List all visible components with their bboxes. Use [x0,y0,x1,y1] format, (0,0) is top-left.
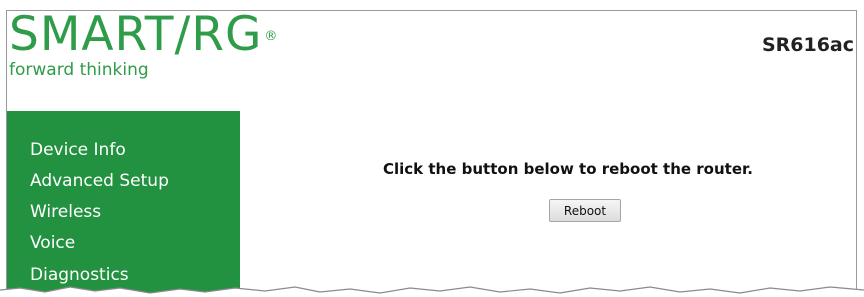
smartrg-logo: SMART/RG ® [9,7,279,62]
sidebar-item-advanced-setup[interactable]: Advanced Setup [30,171,169,191]
reboot-button[interactable]: Reboot [549,199,621,222]
logo-tagline: forward thinking [9,60,149,80]
sidebar-nav: Device Info Advanced Setup Wireless Voic… [7,111,240,297]
registered-mark: ® [264,29,279,44]
torn-paper-edge [0,286,864,297]
reboot-instruction: Click the button below to reboot the rou… [383,160,753,178]
sidebar-item-device-info[interactable]: Device Info [30,140,126,160]
model-name: SR616ac [761,34,854,56]
sidebar-item-voice[interactable]: Voice [30,233,75,253]
sidebar-item-wireless[interactable]: Wireless [30,202,101,222]
sidebar-item-diagnostics[interactable]: Diagnostics [30,265,129,285]
